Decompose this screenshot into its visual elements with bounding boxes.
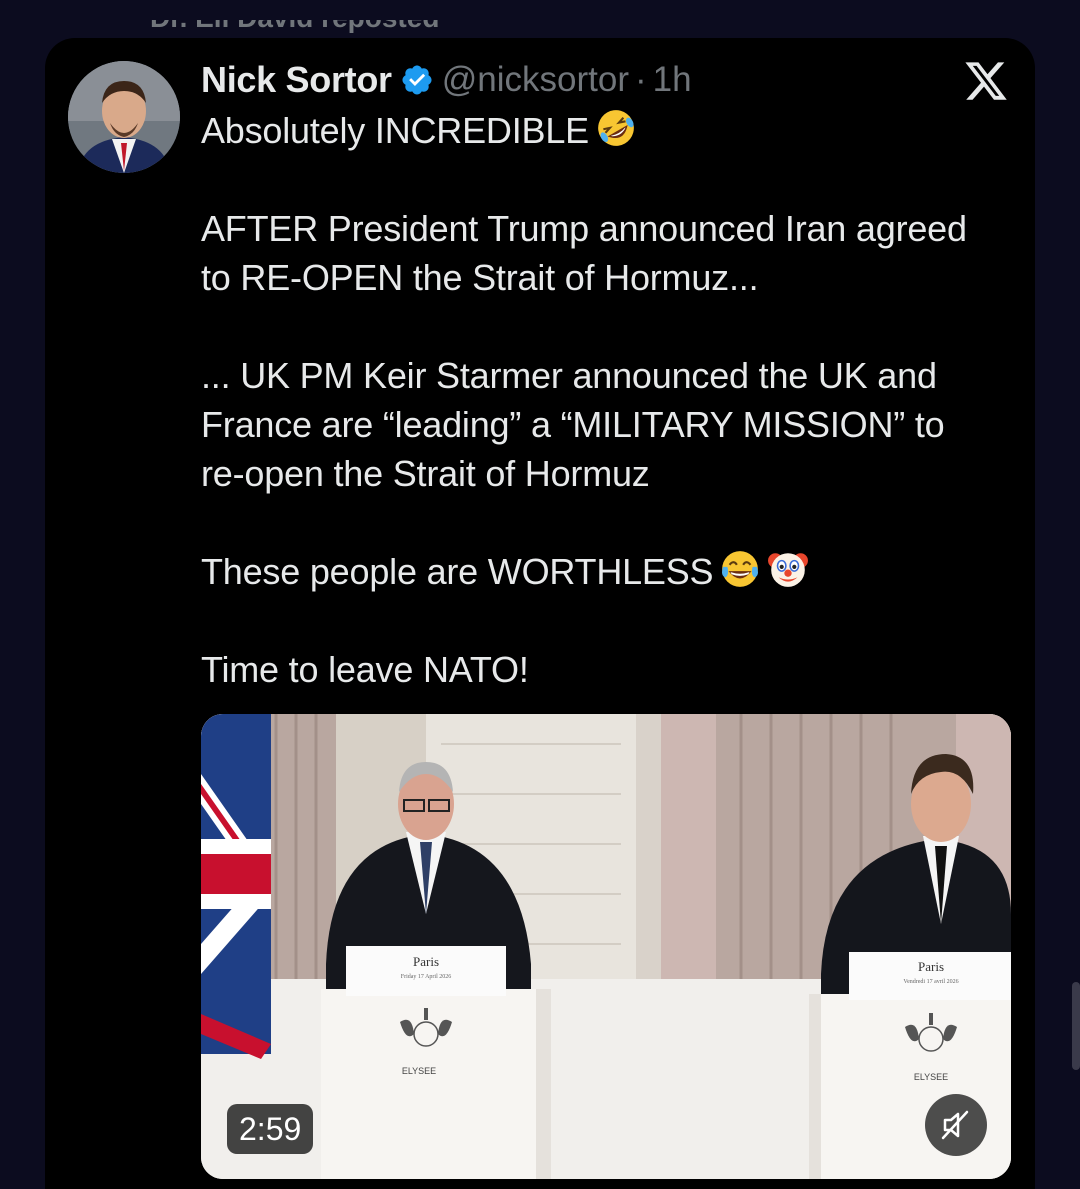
author-handle[interactable]: @nicksortor	[442, 60, 629, 100]
x-logo-icon[interactable]	[962, 58, 1010, 104]
tweet-card[interactable]: Nick Sortor @nicksortor · 1h Absolutely …	[45, 38, 1035, 1189]
tweet-line-text: Absolutely INCREDIBLE	[201, 110, 589, 151]
video-duration-badge: 2:59	[227, 1104, 314, 1154]
author-display-name[interactable]: Nick Sortor	[201, 59, 392, 101]
repost-text: Dr. Eli David reposted	[150, 20, 439, 33]
author-avatar[interactable]	[68, 61, 180, 173]
tweet-text: Absolutely INCREDIBLE AFTER President Tr…	[201, 106, 1021, 694]
podium-right-date: Vendredi 17 avril 2026	[903, 979, 958, 985]
tweet-line: to RE-OPEN the Strait of Hormuz...	[201, 257, 759, 298]
podium-right-brand: ELYSEE	[914, 1072, 948, 1082]
tweet-line: AFTER President Trump announced Iran agr…	[201, 208, 967, 249]
speaker-muted-icon	[941, 1110, 969, 1140]
podium-left-date: Friday 17 April 2026	[401, 974, 452, 980]
podium-left-city: Paris	[413, 954, 439, 969]
tweet-line: Time to leave NATO!	[201, 649, 529, 690]
tweet-line: re-open the Strait of Hormuz	[201, 453, 650, 494]
tweet-line: These people are WORTHLESS	[201, 547, 1021, 596]
video-frame: Paris Friday 17 April 2026 ELYSEE Paris …	[201, 714, 1011, 1179]
podium-right-city: Paris	[918, 959, 944, 974]
tweet-video[interactable]: Paris Friday 17 April 2026 ELYSEE Paris …	[201, 714, 1011, 1179]
tweet-line-text: These people are WORTHLESS	[201, 551, 714, 592]
separator-dot: ·	[635, 60, 647, 99]
tears-of-joy-emoji	[722, 551, 759, 587]
verified-badge-icon	[402, 65, 432, 95]
screenshot-stage: Dr. Eli David reposted Nick Sortor @	[0, 0, 1080, 1189]
tweet-line: Absolutely INCREDIBLE	[201, 106, 1021, 155]
clown-face-emoji	[768, 553, 809, 587]
repost-indicator[interactable]: Dr. Eli David reposted	[150, 20, 550, 38]
tweet-header: Nick Sortor @nicksortor · 1h	[201, 58, 692, 102]
avatar-image	[68, 61, 180, 173]
tweet-line: ... UK PM Keir Starmer announced the UK …	[201, 355, 937, 396]
mute-toggle-button[interactable]	[925, 1094, 987, 1156]
podium-left-brand: ELYSEE	[402, 1066, 436, 1076]
rolling-on-floor-laughing-emoji	[598, 110, 634, 146]
scrollbar-thumb[interactable]	[1072, 982, 1080, 1070]
tweet-timestamp[interactable]: 1h	[653, 60, 692, 100]
tweet-line: France are “leading” a “MILITARY MISSION…	[201, 404, 945, 445]
